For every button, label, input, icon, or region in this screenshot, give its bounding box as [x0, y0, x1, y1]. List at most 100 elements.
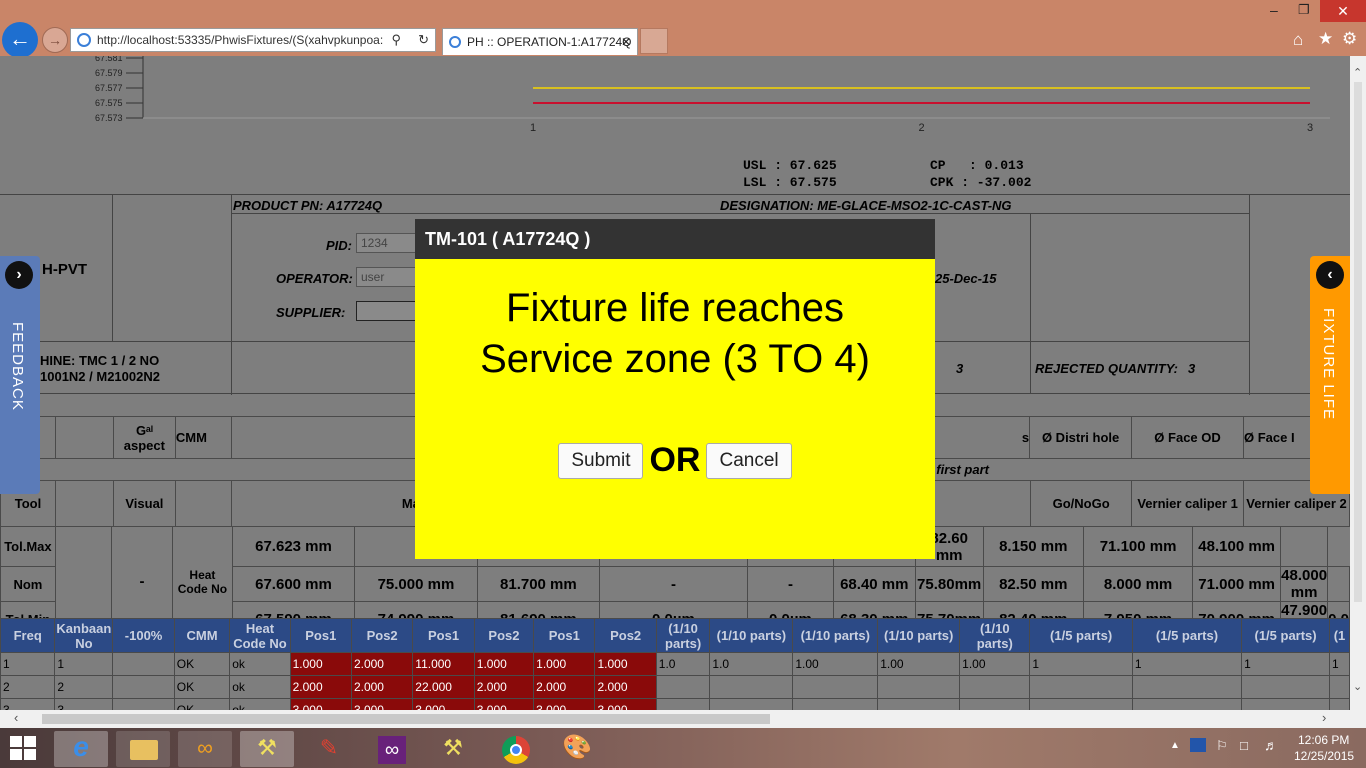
close-tab-icon[interactable]: ✕: [621, 29, 631, 55]
grid-header: (1/10 parts): [877, 618, 961, 653]
product-pn: PRODUCT PN: A17724Q: [233, 198, 383, 213]
feedback-tab[interactable]: › FEEDBACK: [0, 256, 40, 494]
grid-cell: ok: [229, 675, 291, 699]
tray-expand-icon[interactable]: ▲: [1170, 740, 1180, 751]
grid-cell: [1131, 698, 1243, 710]
operator-field[interactable]: user: [356, 267, 416, 287]
tray-action-center-icon[interactable]: ⚐: [1216, 738, 1228, 754]
lsl-text: LSL : 67.575: [743, 175, 837, 190]
clock-date[interactable]: 12/25/2015: [1294, 749, 1354, 763]
dialog-message-line1: Fixture life reaches: [506, 286, 844, 330]
submit-button[interactable]: Submit: [558, 442, 644, 479]
quantity-value: 3: [956, 361, 964, 376]
visual-studio-taskbar-icon[interactable]: ∞: [364, 731, 418, 767]
browser-titlebar: ← → http://localhost:53335/PhwisFixtures…: [0, 0, 1366, 58]
grid-cell: [112, 675, 175, 699]
y-tick-label: 67.577: [95, 83, 123, 93]
grid-cell: [1328, 675, 1350, 699]
supplier-field[interactable]: [356, 301, 416, 321]
refresh-icon[interactable]: ↻: [418, 29, 429, 51]
grid-cell: 1: [0, 652, 56, 676]
vertical-scroll-thumb[interactable]: [1354, 82, 1362, 602]
vertical-scrollbar[interactable]: ⌃ ⌄: [1350, 56, 1366, 710]
rejected-label: REJECTED QUANTITY:: [1035, 361, 1179, 376]
nom-label: Nom: [0, 566, 56, 602]
tray-network-icon[interactable]: □: [1240, 738, 1248, 753]
grid-cell: 3.000: [412, 698, 475, 710]
grid-header: (1/5 parts): [1029, 618, 1133, 653]
grid-cell: [655, 675, 711, 699]
scroll-left-icon[interactable]: ‹: [14, 710, 18, 725]
tab-operation[interactable]: PH :: OPERATION-1:A17724Q ✕: [442, 28, 638, 55]
favorites-icon[interactable]: ★: [1318, 29, 1333, 49]
clock-time[interactable]: 12:06 PM: [1298, 733, 1349, 747]
grid-header: (1/10 parts): [655, 618, 711, 653]
grid-cell: [1029, 698, 1133, 710]
grid-cell: 3: [0, 698, 56, 710]
grid-header: Pos2: [594, 618, 657, 653]
designation: DESIGNATION: ME-GLACE-MSO2-1C-CAST-NG: [720, 198, 1012, 213]
grid-cell: 2.000: [289, 675, 352, 699]
address-bar[interactable]: http://localhost:53335/PhwisFixtures/(S(…: [70, 28, 436, 52]
cancel-button[interactable]: Cancel: [706, 442, 792, 479]
chevron-left-icon[interactable]: ‹: [1316, 261, 1344, 289]
chrome-taskbar-icon[interactable]: [488, 731, 542, 767]
app-taskbar-icon[interactable]: ∞: [178, 731, 232, 767]
tray-flag-icon[interactable]: [1190, 738, 1206, 752]
tolmax-value: 48.100 mm: [1192, 526, 1282, 567]
grid-header: (1/10 parts): [959, 618, 1031, 653]
scroll-down-icon[interactable]: ⌄: [1353, 680, 1362, 693]
grid-cell: [112, 698, 175, 710]
tools2-taskbar-icon[interactable]: ⚒: [426, 731, 480, 767]
cpk-text: CPK : -37.002: [930, 175, 1032, 190]
grid-cell: ok: [229, 698, 291, 710]
start-button[interactable]: [10, 736, 36, 760]
chevron-right-icon[interactable]: ›: [5, 261, 33, 289]
grid-cell: ok: [229, 652, 291, 676]
maximize-button[interactable]: ❐: [1298, 2, 1310, 18]
home-icon[interactable]: ⌂: [1293, 30, 1303, 50]
tools-taskbar-icon[interactable]: ⚒: [240, 731, 294, 767]
settings-gear-icon[interactable]: ⚙: [1342, 29, 1357, 49]
grid-cell: 3.000: [350, 698, 414, 710]
grid-header: Pos1: [412, 618, 475, 653]
grid-cell: [959, 675, 1031, 699]
forward-button[interactable]: →: [42, 27, 68, 53]
search-icon[interactable]: ⚲: [391, 29, 401, 51]
nom-value: 67.600 mm: [232, 566, 355, 602]
new-tab-button[interactable]: [640, 28, 668, 54]
pid-field[interactable]: 1234: [356, 233, 416, 253]
paint-taskbar-icon[interactable]: ✎: [302, 731, 356, 767]
grid-header: Kanbaan No: [54, 618, 114, 653]
nom-value: 82.50 mm: [982, 566, 1084, 602]
scroll-up-icon[interactable]: ⌃: [1353, 66, 1362, 79]
grid-cell: OK: [173, 652, 231, 676]
url-text: http://localhost:53335/PhwisFixtures/(S(…: [97, 33, 384, 47]
dialog-title: TM-101 ( A17724Q ): [415, 219, 935, 259]
scroll-right-icon[interactable]: ›: [1322, 710, 1326, 725]
grid-cell: 3: [54, 698, 114, 710]
y-tick-label: 67.581: [95, 56, 123, 63]
back-button[interactable]: ←: [2, 22, 38, 58]
horizontal-scrollbar[interactable]: ‹ ›: [0, 710, 1350, 728]
ie-taskbar-icon[interactable]: e: [54, 731, 108, 767]
grid-cell: 2.000: [350, 675, 414, 699]
tray-volume-icon[interactable]: ♬: [1264, 737, 1278, 753]
minimize-button[interactable]: –: [1270, 2, 1278, 18]
tolmax-value: 71.100 mm: [1082, 526, 1194, 567]
taskbar: e ∞ ⚒ ✎ ∞ ⚒ 🎨 ▲ ⚐ □ ♬ 12:06 PM 12/25/201…: [0, 728, 1366, 768]
grid-cell: 2: [0, 675, 56, 699]
paint-palette-taskbar-icon[interactable]: 🎨: [550, 731, 604, 767]
grid-cell: 1.0: [655, 652, 711, 676]
visual-header: Visual: [112, 480, 176, 527]
nom-value: -: [747, 566, 834, 602]
fixture-life-tab[interactable]: ‹ FIXTURE LIFE: [1310, 256, 1350, 494]
horizontal-scroll-thumb[interactable]: [42, 714, 770, 724]
grid-cell: 2.000: [350, 652, 414, 676]
spec-header: Gᵃˡ aspect: [112, 416, 176, 459]
grid-cell: OK: [173, 698, 231, 710]
explorer-taskbar-icon[interactable]: [116, 731, 170, 767]
close-window-button[interactable]: ✕: [1320, 0, 1366, 22]
grid-cell: 2.000: [594, 675, 657, 699]
grid-header: Pos1: [289, 618, 352, 653]
